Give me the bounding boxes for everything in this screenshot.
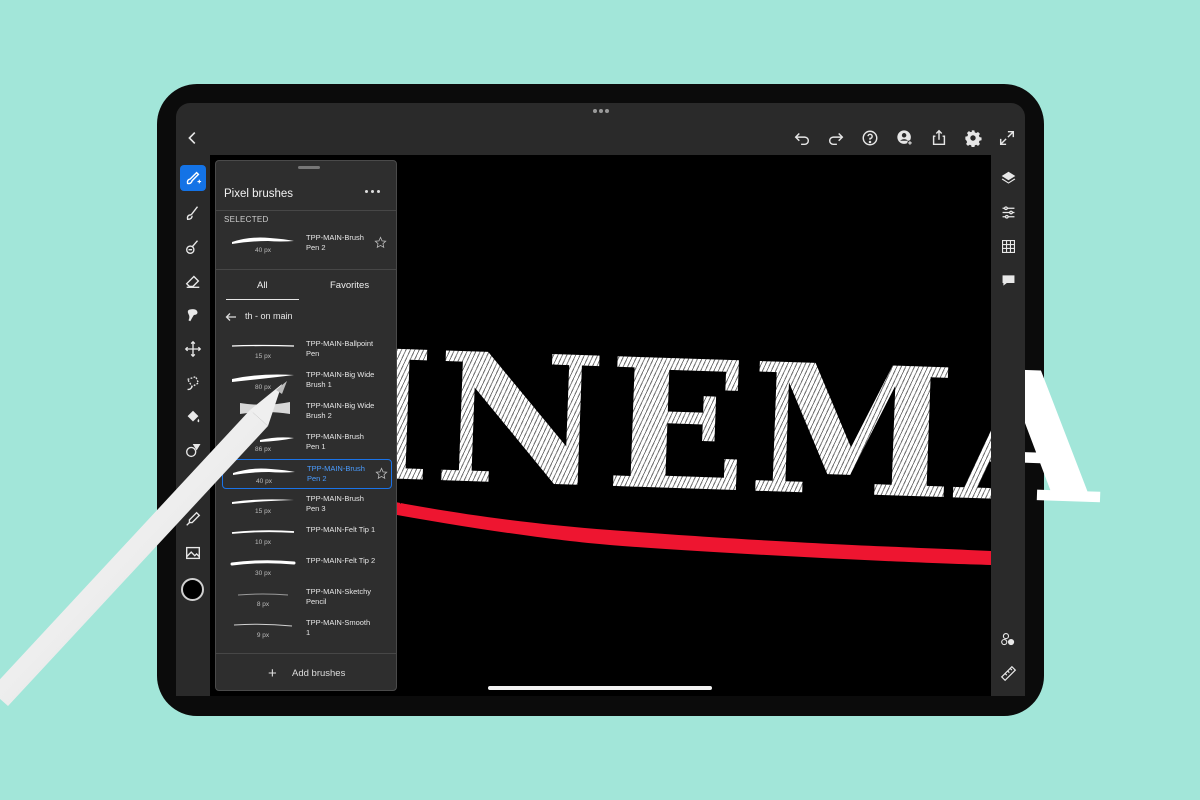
brush-item[interactable]: 80 px TPP-MAIN-Big Wide Brush 1 xyxy=(222,366,392,396)
divider xyxy=(216,269,396,270)
selected-section-label: SELECTED xyxy=(224,215,269,224)
brush-stroke-preview xyxy=(232,237,294,244)
brush-name: TPP-MAIN-Smooth 1 xyxy=(306,618,371,637)
settings-icon[interactable] xyxy=(963,128,983,148)
favorite-star-icon[interactable] xyxy=(374,236,387,249)
brush-item[interactable]: 8 px TPP-MAIN-Sketchy Pencil xyxy=(222,583,392,613)
brush-size: 40 px xyxy=(255,247,271,254)
active-tab-indicator xyxy=(226,299,299,300)
brush-name: TPP-MAIN-Sketchy Pencil xyxy=(306,587,372,606)
smudge-icon[interactable] xyxy=(180,200,206,226)
user-share-icon[interactable] xyxy=(895,128,915,148)
brush-tool-icon[interactable] xyxy=(180,165,206,191)
brush-item[interactable]: 30 px TPP-MAIN-Felt Tip 2 xyxy=(222,552,392,582)
brush-name: TPP-MAIN-Brush Pen 2 xyxy=(306,233,364,252)
brush-size: 86 px xyxy=(255,446,271,453)
brush-size: 10 px xyxy=(255,539,271,546)
brush-name: TPP-MAIN-Brush Pen 2 xyxy=(307,464,365,483)
home-indicator[interactable] xyxy=(488,686,712,690)
fill-icon[interactable] xyxy=(180,404,206,430)
brush-name: TPP-MAIN-Big Wide Brush 2 xyxy=(306,401,375,420)
transform-icon[interactable] xyxy=(180,336,206,362)
favorite-star-icon[interactable] xyxy=(375,467,388,480)
brush-stroke-preview xyxy=(240,402,290,414)
brush-stroke-preview xyxy=(230,560,296,566)
eraser-icon[interactable] xyxy=(180,268,206,294)
brush-size: 8 px xyxy=(256,601,270,608)
mixer-brush-icon[interactable] xyxy=(180,234,206,260)
brush-size: 30 px xyxy=(255,570,271,577)
brush-name: TPP-MAIN-Big Wide Brush 1 xyxy=(306,370,375,389)
brush-name: TPP-MAIN-Felt Tip 1 xyxy=(306,525,376,534)
eyedropper-icon[interactable] xyxy=(180,506,206,532)
brush-stroke-preview xyxy=(231,530,295,534)
brush-name: TPP-MAIN-Brush Pen 3 xyxy=(306,494,364,513)
back-icon[interactable] xyxy=(183,128,203,148)
export-icon[interactable] xyxy=(929,128,949,148)
tab-favorites[interactable]: Favorites xyxy=(330,280,369,291)
undo-icon[interactable] xyxy=(792,128,812,148)
selected-brush[interactable]: 40 px TPP-MAIN-Brush Pen 2 xyxy=(222,229,392,259)
brush-size: 15 px xyxy=(255,508,271,515)
brush-size: 80 px xyxy=(255,384,271,391)
comment-icon[interactable] xyxy=(997,269,1019,291)
redo-icon[interactable] xyxy=(826,128,846,148)
lasso-icon[interactable] xyxy=(180,370,206,396)
panel-grabber[interactable] xyxy=(298,166,320,169)
fullscreen-icon[interactable] xyxy=(997,128,1017,148)
tab-all[interactable]: All xyxy=(257,280,268,291)
share-icon[interactable] xyxy=(997,628,1019,650)
panel-title: Pixel brushes xyxy=(224,188,294,200)
brush-stroke-preview xyxy=(232,374,294,382)
layers-icon[interactable] xyxy=(997,167,1019,189)
brush-stroke-preview xyxy=(260,437,294,442)
pixel-brushes-panel: Pixel brushes SELECTED 40 px TPP-MAIN-Br… xyxy=(215,160,397,691)
ruler-icon[interactable] xyxy=(997,662,1019,684)
brush-item[interactable]: 86 px TPP-MAIN-Brush Pen 1 xyxy=(222,428,392,458)
brush-name: TPP-MAIN-Ballpoint Pen xyxy=(306,339,374,358)
brush-name: TPP-MAIN-Felt Tip 2 xyxy=(306,556,376,565)
color-swatch[interactable] xyxy=(181,578,204,601)
brush-item[interactable]: 9 px TPP-MAIN-Smooth 1 xyxy=(222,614,392,644)
divider xyxy=(216,210,396,211)
add-brushes-label: Add brushes xyxy=(292,668,346,679)
brush-item[interactable]: 10 px TPP-MAIN-Felt Tip 1 xyxy=(222,521,392,551)
brush-item[interactable]: TPP-MAIN-Big Wide Brush 2 xyxy=(222,397,392,427)
brush-stroke-preview xyxy=(232,499,294,504)
folder-name: th - on main xyxy=(245,311,293,321)
image-icon[interactable] xyxy=(180,540,206,566)
brush-stroke-preview xyxy=(237,593,289,596)
help-icon[interactable] xyxy=(860,128,880,148)
brush-item[interactable]: 15 px TPP-MAIN-Ballpoint Pen xyxy=(222,335,392,365)
adjustments-icon[interactable] xyxy=(997,201,1019,223)
grid-icon[interactable] xyxy=(997,235,1019,257)
brush-stroke-preview xyxy=(231,344,295,347)
brush-stroke-preview xyxy=(233,623,293,627)
brush-name: TPP-MAIN-Brush Pen 1 xyxy=(306,432,364,451)
brush-item[interactable]: 15 px TPP-MAIN-Brush Pen 3 xyxy=(222,490,392,520)
brush-size: 9 px xyxy=(256,632,270,639)
add-brushes-button[interactable]: + Add brushes xyxy=(216,653,396,690)
shape-icon[interactable] xyxy=(180,438,206,464)
brush-item-selected[interactable]: 40 px TPP-MAIN-Brush Pen 2 xyxy=(222,459,392,489)
brush-size: 15 px xyxy=(255,353,271,360)
more-options-icon[interactable] xyxy=(365,185,385,197)
multitasking-dots[interactable] xyxy=(593,109,609,115)
plus-icon: + xyxy=(268,665,277,682)
folder-back-icon[interactable] xyxy=(225,311,237,323)
brush-stroke-preview xyxy=(233,468,295,475)
brush-size: 40 px xyxy=(256,478,272,485)
liquify-icon[interactable] xyxy=(180,302,206,328)
